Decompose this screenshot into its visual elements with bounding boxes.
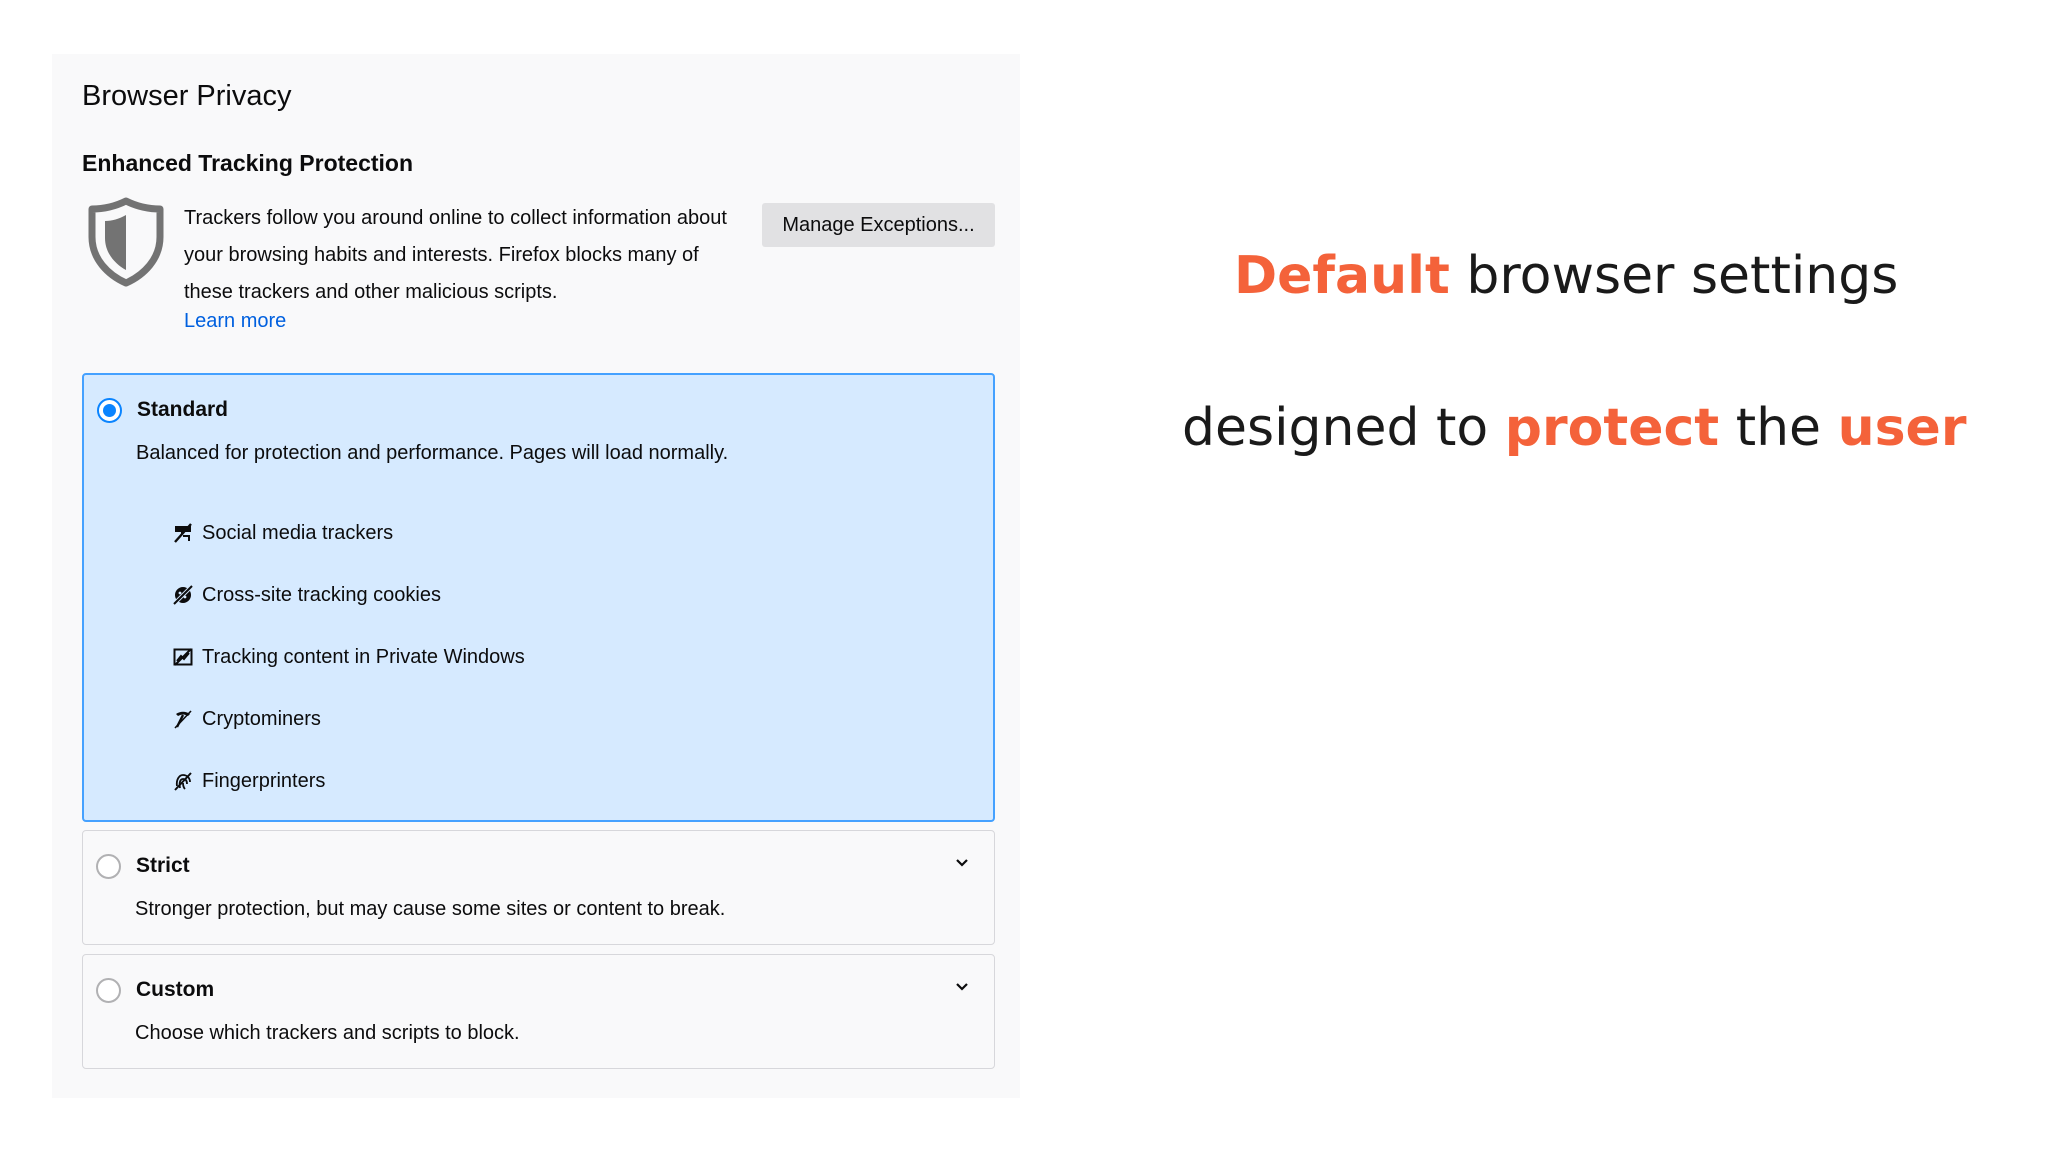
tagline-highlight-protect: protect — [1504, 398, 1720, 458]
custom-label: Custom — [136, 978, 215, 1001]
tagline-line-1: Default browser settings — [1234, 246, 1898, 306]
strict-label: Strict — [136, 854, 190, 877]
cookie-icon — [172, 584, 194, 606]
tagline-text: the — [1719, 398, 1838, 458]
tracker-label: Social media trackers — [202, 521, 394, 544]
intro-text: Trackers follow you around online to col… — [184, 207, 727, 303]
list-item: Tracking content in Private Windows — [172, 626, 525, 688]
manage-exceptions-button[interactable]: Manage Exceptions... — [762, 203, 995, 247]
page-title: Browser Privacy — [82, 80, 292, 112]
tagline-highlight-default: Default — [1234, 246, 1450, 306]
option-custom[interactable]: Custom Choose which trackers and scripts… — [82, 954, 995, 1069]
strict-radio[interactable] — [96, 854, 121, 879]
tracker-label: Tracking content in Private Windows — [202, 645, 525, 668]
standard-radio[interactable] — [97, 398, 122, 423]
social-tracker-icon — [174, 523, 192, 543]
section-title: Enhanced Tracking Protection — [82, 150, 414, 176]
tracker-label: Cross-site tracking cookies — [202, 583, 441, 606]
tagline-text: browser settings — [1449, 246, 1899, 306]
option-strict[interactable]: Strict Stronger protection, but may caus… — [82, 830, 995, 945]
list-item: Cross-site tracking cookies — [172, 564, 525, 626]
list-item: Cryptominers — [172, 688, 525, 750]
tracker-label: Cryptominers — [202, 707, 321, 730]
tagline-highlight-user: user — [1837, 398, 1967, 458]
shield-icon — [88, 197, 164, 287]
tracker-list: Social media trackers Cross-site trackin… — [172, 502, 525, 812]
cryptominer-icon — [174, 710, 192, 729]
custom-description: Choose which trackers and scripts to blo… — [135, 1022, 520, 1044]
standard-label: Standard — [137, 398, 229, 421]
tracking-content-icon — [173, 648, 193, 666]
option-standard[interactable]: Standard Balanced for protection and per… — [82, 373, 995, 822]
list-item: Social media trackers — [172, 502, 525, 564]
learn-more-link[interactable]: Learn more — [184, 310, 286, 333]
chevron-down-icon[interactable] — [954, 979, 970, 995]
tagline-text: designed to — [1182, 398, 1505, 458]
fingerprint-icon — [174, 772, 192, 791]
tracker-label: Fingerprinters — [202, 769, 326, 792]
list-item: Fingerprinters — [172, 750, 525, 812]
strict-description: Stronger protection, but may cause some … — [135, 898, 726, 920]
custom-radio[interactable] — [96, 978, 121, 1003]
chevron-down-icon[interactable] — [954, 855, 970, 871]
tagline-line-2: designed to protect the user — [1182, 398, 1966, 458]
standard-description: Balanced for protection and performance.… — [136, 442, 729, 464]
